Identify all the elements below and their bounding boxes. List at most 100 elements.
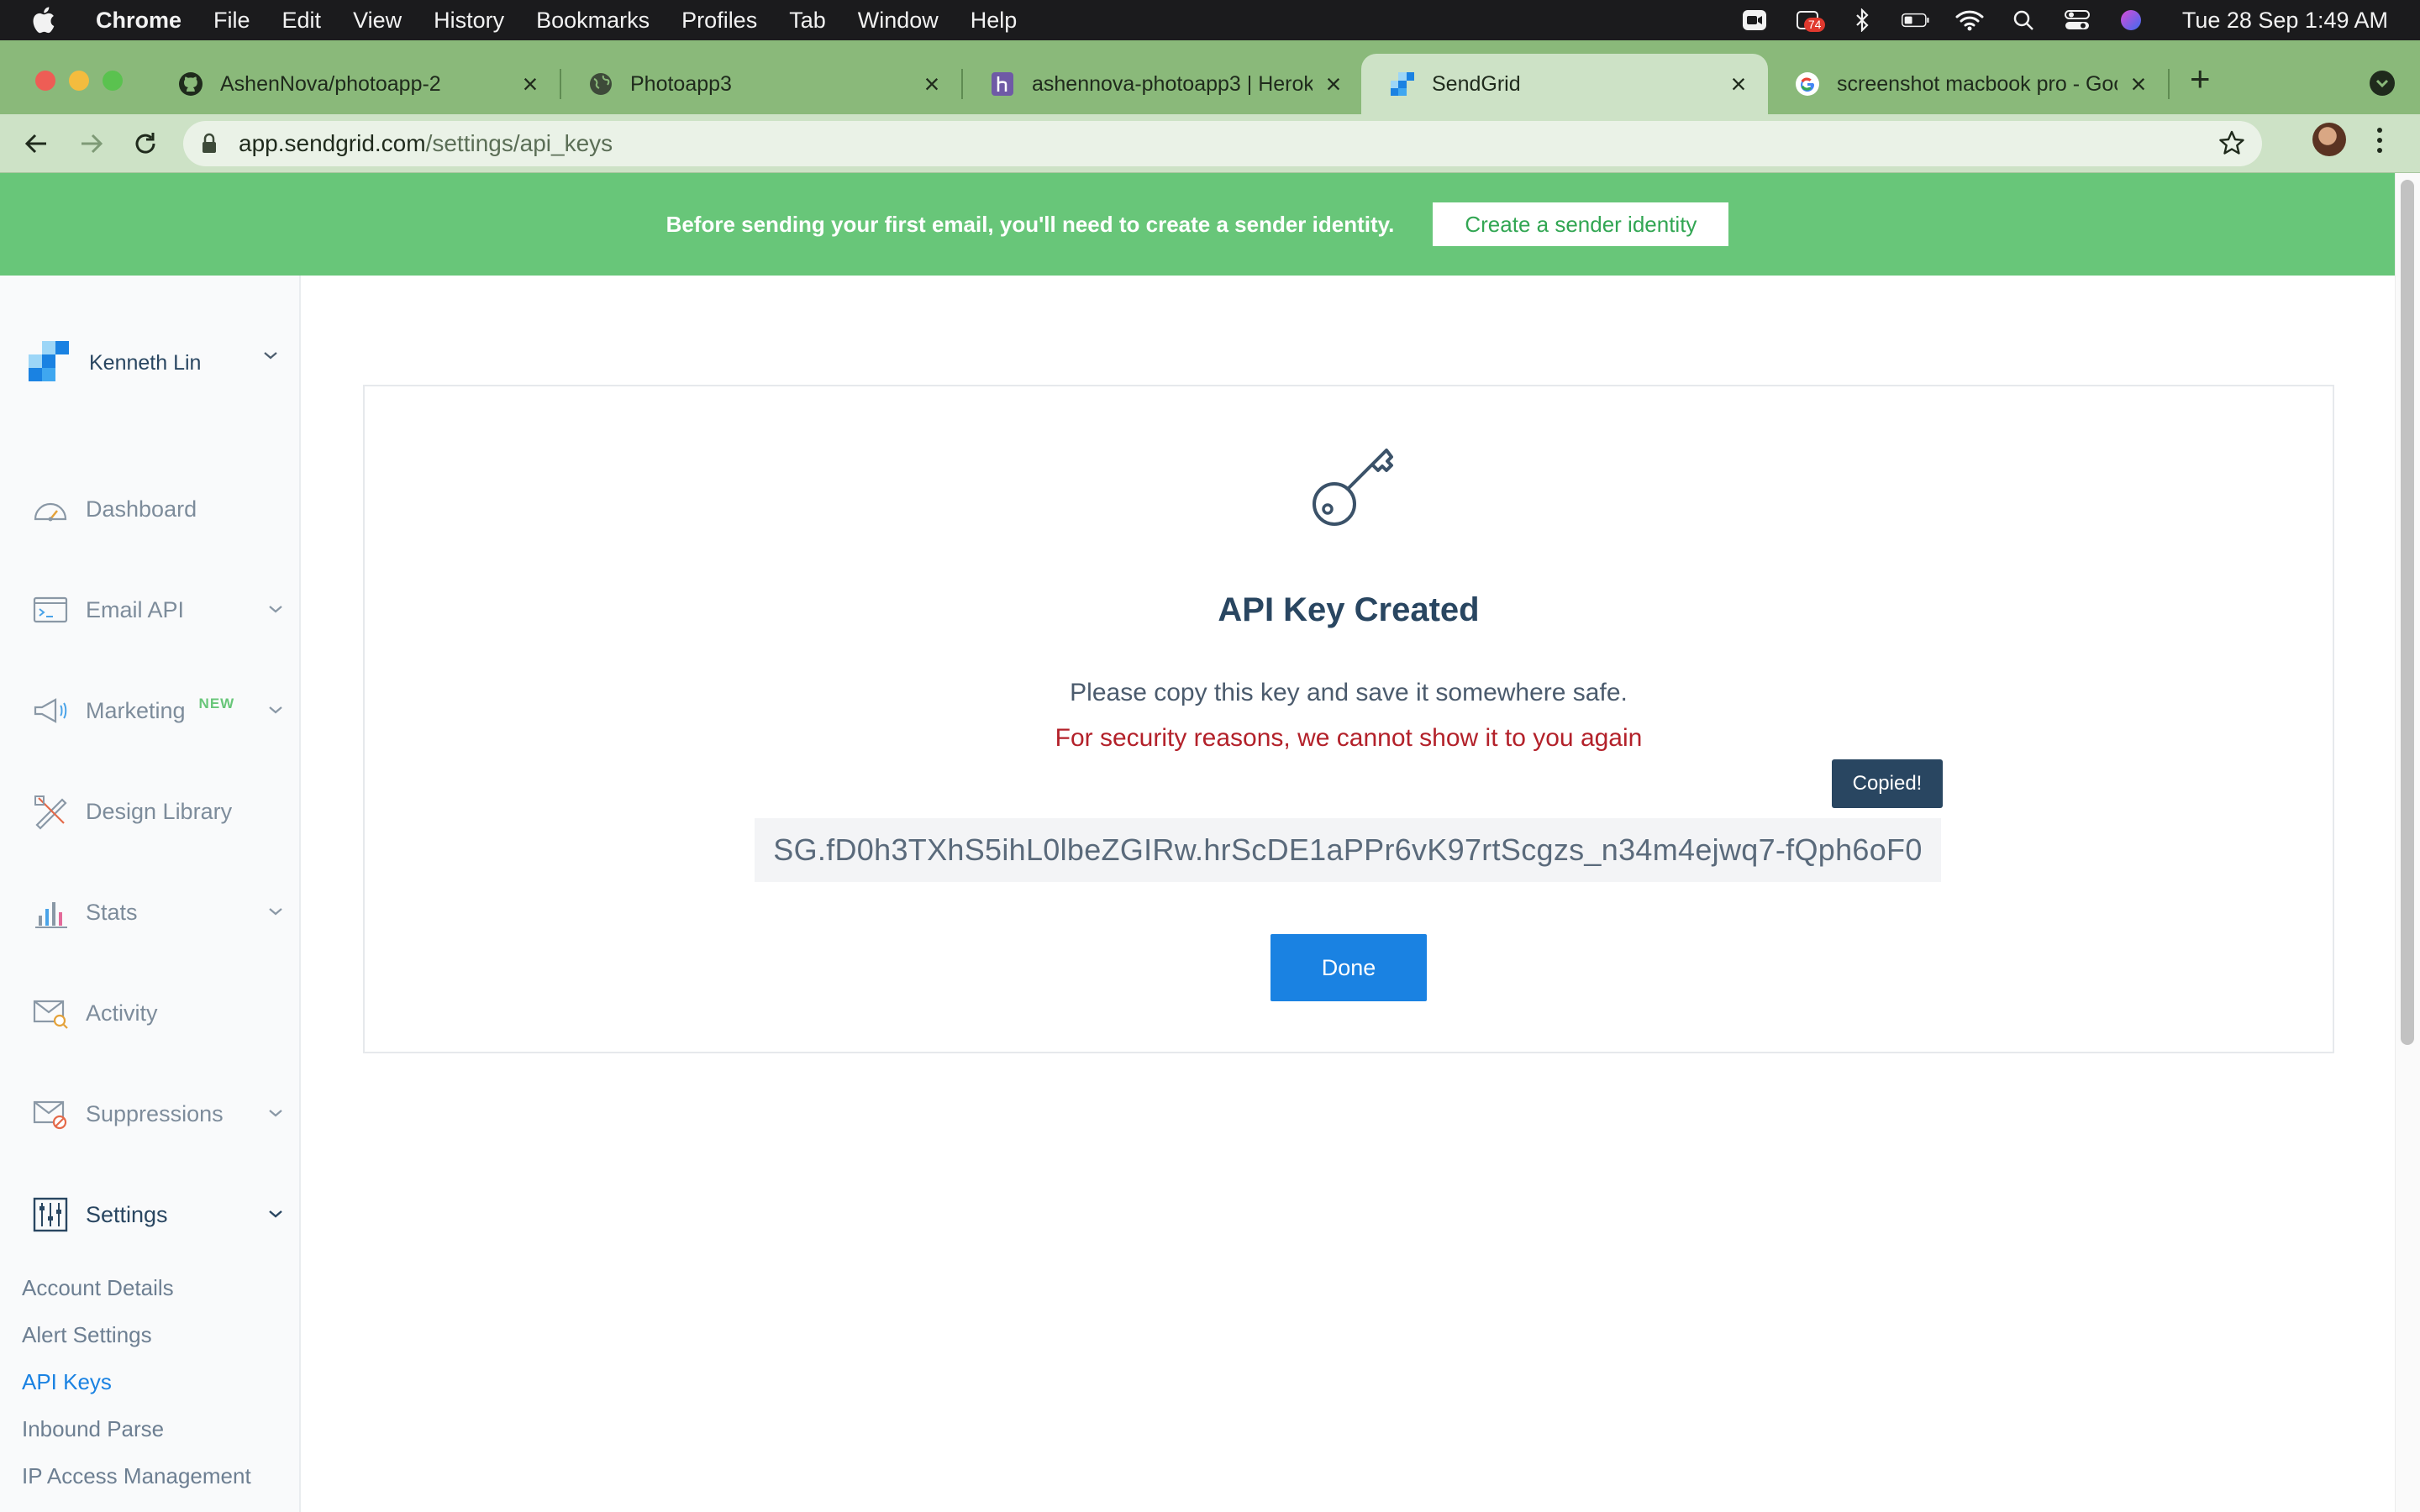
sidebar-item-stats[interactable]: Stats [32, 894, 292, 931]
menu-help[interactable]: Help [971, 8, 1018, 34]
github-icon [178, 71, 203, 97]
chrome-menu-icon[interactable] [2375, 128, 2385, 158]
sender-identity-banner: Before sending your first email, you'll … [0, 173, 2395, 276]
tab-github[interactable]: AshenNova/photoapp-2 × [150, 54, 561, 114]
banner-message: Before sending your first email, you'll … [666, 211, 1395, 237]
siri-icon[interactable] [2117, 8, 2145, 33]
chevron-down-icon[interactable] [267, 704, 284, 720]
page-title: API Key Created [1218, 591, 1480, 628]
lock-icon[interactable] [197, 133, 222, 155]
address-bar[interactable]: app.sendgrid.com/settings/api_keys [183, 121, 2262, 166]
spotlight-search-icon[interactable] [2009, 8, 2038, 33]
menu-window[interactable]: Window [858, 8, 939, 34]
tab-title: screenshot macbook pro - Google Search [1837, 71, 2118, 96]
tab-photoapp3[interactable]: Photoapp3 × [560, 54, 963, 114]
control-center-icon[interactable] [2063, 8, 2091, 33]
notification-app-icon[interactable]: 74 [1794, 8, 1826, 33]
wifi-icon[interactable] [1955, 8, 1984, 33]
url-text[interactable]: app.sendgrid.com/settings/api_keys [239, 130, 613, 157]
profile-avatar[interactable] [2312, 123, 2346, 156]
tab-heroku[interactable]: ashennova-photoapp3 | Heroku × [961, 54, 1363, 114]
copied-tooltip: Copied! [1832, 759, 1943, 808]
megaphone-icon [32, 692, 69, 729]
tab-sendgrid-active[interactable]: SendGrid × [1361, 54, 1768, 114]
sidebar-item-design-library[interactable]: Design Library [32, 793, 292, 830]
menu-history[interactable]: History [434, 8, 504, 34]
chevron-down-icon[interactable] [267, 1107, 284, 1123]
notification-count-badge: 74 [1803, 18, 1826, 32]
apple-logo-icon[interactable] [32, 7, 66, 34]
forward-arrow-icon[interactable] [74, 126, 109, 161]
sidebar-item-email-api[interactable]: Email API [32, 591, 292, 628]
browser-tab-strip: AshenNova/photoapp-2 × Photoapp3 × ashen… [0, 40, 2420, 114]
menu-bookmarks[interactable]: Bookmarks [536, 8, 650, 34]
chevron-down-icon[interactable] [267, 1208, 284, 1224]
tab-search-chevron-icon[interactable] [2370, 71, 2395, 96]
sidebar: Kenneth Lin Dashboard Email API Marketin… [0, 276, 301, 1512]
new-badge: NEW [198, 696, 235, 711]
account-switcher[interactable]: Kenneth Lin [29, 341, 201, 386]
window-zoom-button[interactable] [103, 71, 123, 91]
menu-edit[interactable]: Edit [282, 8, 322, 34]
menu-profiles[interactable]: Profiles [681, 8, 757, 34]
page-scrollbar-thumb[interactable] [2401, 180, 2414, 1045]
menu-file[interactable]: File [213, 8, 250, 34]
bluetooth-icon[interactable] [1848, 8, 1876, 33]
macos-menu-bar: Chrome File Edit View History Bookmarks … [0, 0, 2420, 40]
api-key-created-card: API Key Created Please copy this key and… [363, 385, 2334, 1053]
close-tab-icon[interactable]: × [1321, 69, 1346, 99]
settings-subitem-alert-settings[interactable]: Alert Settings [22, 1322, 152, 1348]
tab-google-search[interactable]: screenshot macbook pro - Google Search × [1766, 54, 2170, 114]
sidebar-item-label: Dashboard [86, 496, 197, 522]
sendgrid-logo-icon [29, 341, 71, 386]
tab-title: SendGrid [1432, 71, 1521, 96]
email-api-icon [32, 591, 69, 628]
close-tab-icon[interactable]: × [518, 69, 543, 99]
sidebar-item-suppressions[interactable]: Suppressions [32, 1095, 292, 1132]
sidebar-item-label: Email API [86, 596, 185, 622]
chevron-down-icon[interactable] [267, 906, 284, 921]
menu-app-name[interactable]: Chrome [96, 8, 182, 34]
window-close-button[interactable] [35, 71, 55, 91]
account-name: Kenneth Lin [89, 351, 202, 375]
close-tab-icon[interactable]: × [2126, 69, 2151, 99]
key-icon [1306, 442, 1397, 537]
new-tab-button[interactable]: + [2190, 59, 2211, 99]
envelope-blocked-icon [32, 1095, 69, 1132]
settings-subitem-ip-access-management[interactable]: IP Access Management [22, 1463, 251, 1489]
menu-tab[interactable]: Tab [789, 8, 826, 34]
sidebar-item-label: Marketing [86, 697, 186, 723]
globe-icon [588, 71, 613, 97]
settings-subitem-account-details[interactable]: Account Details [22, 1275, 174, 1301]
sidebar-item-settings[interactable]: Settings [32, 1196, 292, 1233]
tab-title: Photoapp3 [630, 71, 732, 96]
menu-view[interactable]: View [353, 8, 402, 34]
sidebar-item-label: Suppressions [86, 1100, 224, 1126]
close-tab-icon[interactable]: × [919, 69, 944, 99]
sidebar-item-marketing[interactable]: Marketing NEW [32, 692, 292, 729]
back-arrow-icon[interactable] [18, 126, 54, 161]
chevron-down-icon[interactable] [262, 349, 279, 365]
settings-subitem-api-keys[interactable]: API Keys [22, 1369, 112, 1395]
reload-icon[interactable] [128, 126, 163, 161]
sidebar-item-label: Settings [86, 1201, 168, 1227]
zoom-video-icon[interactable] [1740, 8, 1769, 33]
sidebar-item-activity[interactable]: Activity [32, 995, 292, 1032]
chevron-down-icon[interactable] [267, 603, 284, 619]
close-tab-icon[interactable]: × [1726, 69, 1751, 99]
sidebar-item-label: Stats [86, 899, 138, 925]
window-minimize-button[interactable] [69, 71, 89, 91]
bookmark-star-icon[interactable] [2218, 129, 2245, 160]
api-key-value-field[interactable]: SG.fD0h3TXhS5ihL0lbeZGIRw.hrScDE1aPPr6vK… [755, 818, 1941, 882]
tab-title: AshenNova/photoapp-2 [220, 71, 441, 96]
create-sender-identity-button[interactable]: Create a sender identity [1433, 202, 1729, 246]
design-tools-icon [32, 793, 69, 830]
done-button[interactable]: Done [1270, 934, 1427, 1001]
bar-chart-icon [32, 894, 69, 931]
sidebar-item-dashboard[interactable]: Dashboard [32, 491, 292, 528]
menu-clock[interactable]: Tue 28 Sep 1:49 AM [2182, 8, 2388, 34]
battery-icon[interactable] [1901, 8, 1930, 33]
url-path: /settings/api_keys [425, 130, 613, 156]
sidebar-item-label: Design Library [86, 798, 233, 824]
settings-subitem-inbound-parse[interactable]: Inbound Parse [22, 1416, 164, 1442]
